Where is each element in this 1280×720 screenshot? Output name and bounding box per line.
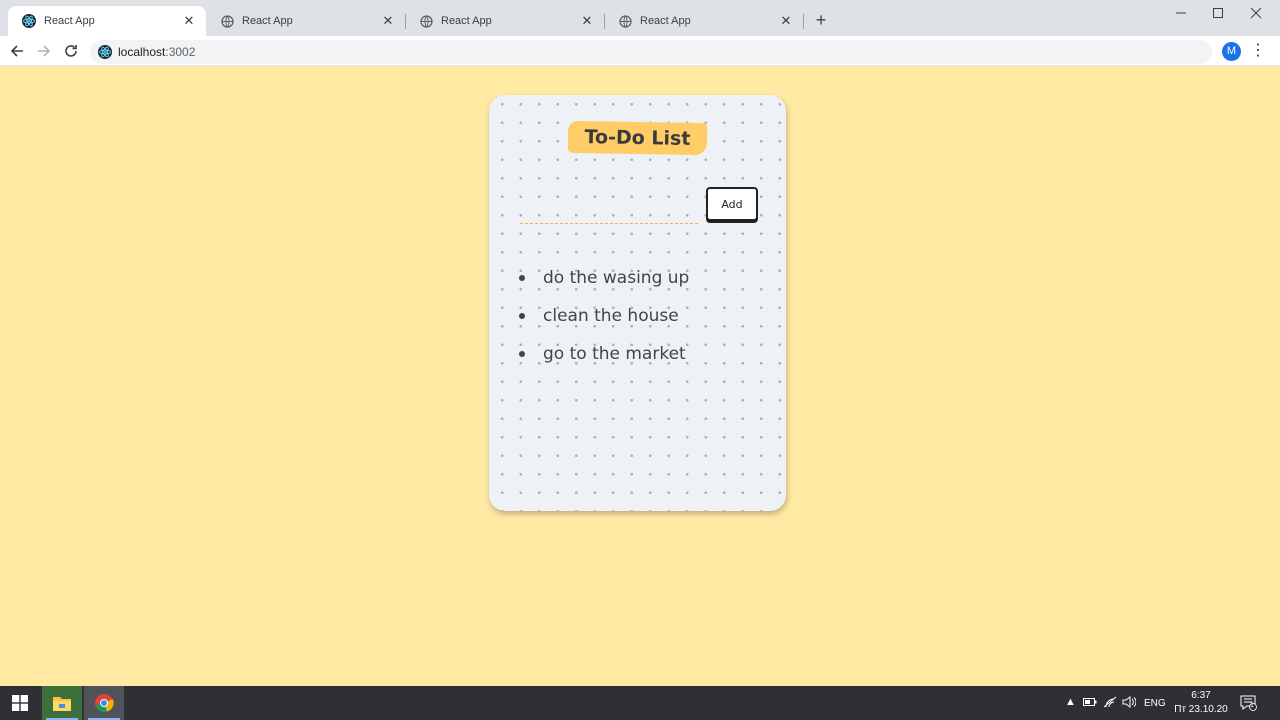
more-menu-icon[interactable]: ⋮ xyxy=(1250,42,1266,60)
globe-icon xyxy=(618,14,632,28)
address-bar[interactable]: localhost:3002 xyxy=(90,40,1212,64)
language-indicator[interactable]: ENG xyxy=(1144,698,1166,709)
close-tab-icon[interactable]: ✕ xyxy=(182,14,196,28)
file-explorer-icon[interactable] xyxy=(42,686,82,720)
profile-avatar[interactable]: M xyxy=(1222,42,1241,61)
list-item[interactable]: go to the market xyxy=(519,341,689,379)
add-button[interactable]: Add xyxy=(706,187,758,221)
todo-card: To-Do List Add do the wasing up clean th… xyxy=(489,95,786,511)
tab-react-app-1[interactable]: React App ✕ xyxy=(8,6,206,36)
forward-arrow-icon[interactable] xyxy=(34,41,54,61)
title-badge: To-Do List xyxy=(567,120,708,156)
new-tab-icon[interactable]: + xyxy=(812,11,830,29)
chevron-up-icon[interactable]: ▲ xyxy=(1065,696,1076,708)
globe-icon xyxy=(220,14,234,28)
globe-icon xyxy=(419,14,433,28)
tab-react-app-2[interactable]: React App ✕ xyxy=(206,6,405,36)
bullet-icon xyxy=(519,275,525,281)
minimize-icon[interactable] xyxy=(1171,4,1191,24)
back-arrow-icon[interactable] xyxy=(7,41,27,61)
tab-separator xyxy=(803,14,804,29)
tab-title: React App xyxy=(640,15,691,27)
windows-start-icon[interactable] xyxy=(0,686,40,720)
list-item[interactable]: clean the house xyxy=(519,303,689,341)
tab-title: React App xyxy=(44,15,95,27)
list-item[interactable]: do the wasing up xyxy=(519,265,689,303)
wifi-icon[interactable] xyxy=(1103,696,1117,711)
notifications-icon[interactable]: 1 xyxy=(1240,695,1258,714)
page-title: To-Do List xyxy=(584,126,691,150)
reload-icon[interactable] xyxy=(61,41,81,61)
todo-input[interactable] xyxy=(520,200,698,224)
tab-title: React App xyxy=(441,15,492,27)
todo-list: do the wasing up clean the house go to t… xyxy=(519,265,689,379)
volume-icon[interactable] xyxy=(1122,696,1137,711)
react-icon xyxy=(22,14,36,28)
clock-date: Пт 23.10.20 xyxy=(1174,704,1228,715)
battery-icon[interactable] xyxy=(1083,697,1097,710)
taskbar: ▲ ENG 6:37 Пт 23.10.20 1 xyxy=(0,686,1280,720)
chrome-icon[interactable] xyxy=(84,686,124,720)
browser-toolbar: localhost:3002 M ⋮ xyxy=(0,36,1280,66)
list-item-text: go to the market xyxy=(543,344,686,364)
bullet-icon xyxy=(519,351,525,357)
close-tab-icon[interactable]: ✕ xyxy=(381,14,395,28)
bullet-icon xyxy=(519,313,525,319)
close-tab-icon[interactable]: ✕ xyxy=(779,14,793,28)
list-item-text: do the wasing up xyxy=(543,268,690,288)
url-port: :3002 xyxy=(165,45,196,59)
notification-count: 1 xyxy=(1250,702,1254,709)
tab-react-app-4[interactable]: React App ✕ xyxy=(604,6,803,36)
browser-tab-bar: React App ✕ React App ✕ React App ✕ Reac… xyxy=(0,0,1280,36)
system-clock[interactable]: 6:37 Пт 23.10.20 xyxy=(1168,689,1234,717)
tab-title: React App xyxy=(242,15,293,27)
url-host: localhost xyxy=(118,45,166,59)
react-icon xyxy=(98,45,112,59)
clock-time: 6:37 xyxy=(1191,690,1211,701)
close-window-icon[interactable] xyxy=(1246,4,1266,24)
list-item-text: clean the house xyxy=(543,306,679,326)
maximize-icon[interactable] xyxy=(1208,4,1228,24)
tab-react-app-3[interactable]: React App ✕ xyxy=(405,6,604,36)
close-tab-icon[interactable]: ✕ xyxy=(580,14,594,28)
